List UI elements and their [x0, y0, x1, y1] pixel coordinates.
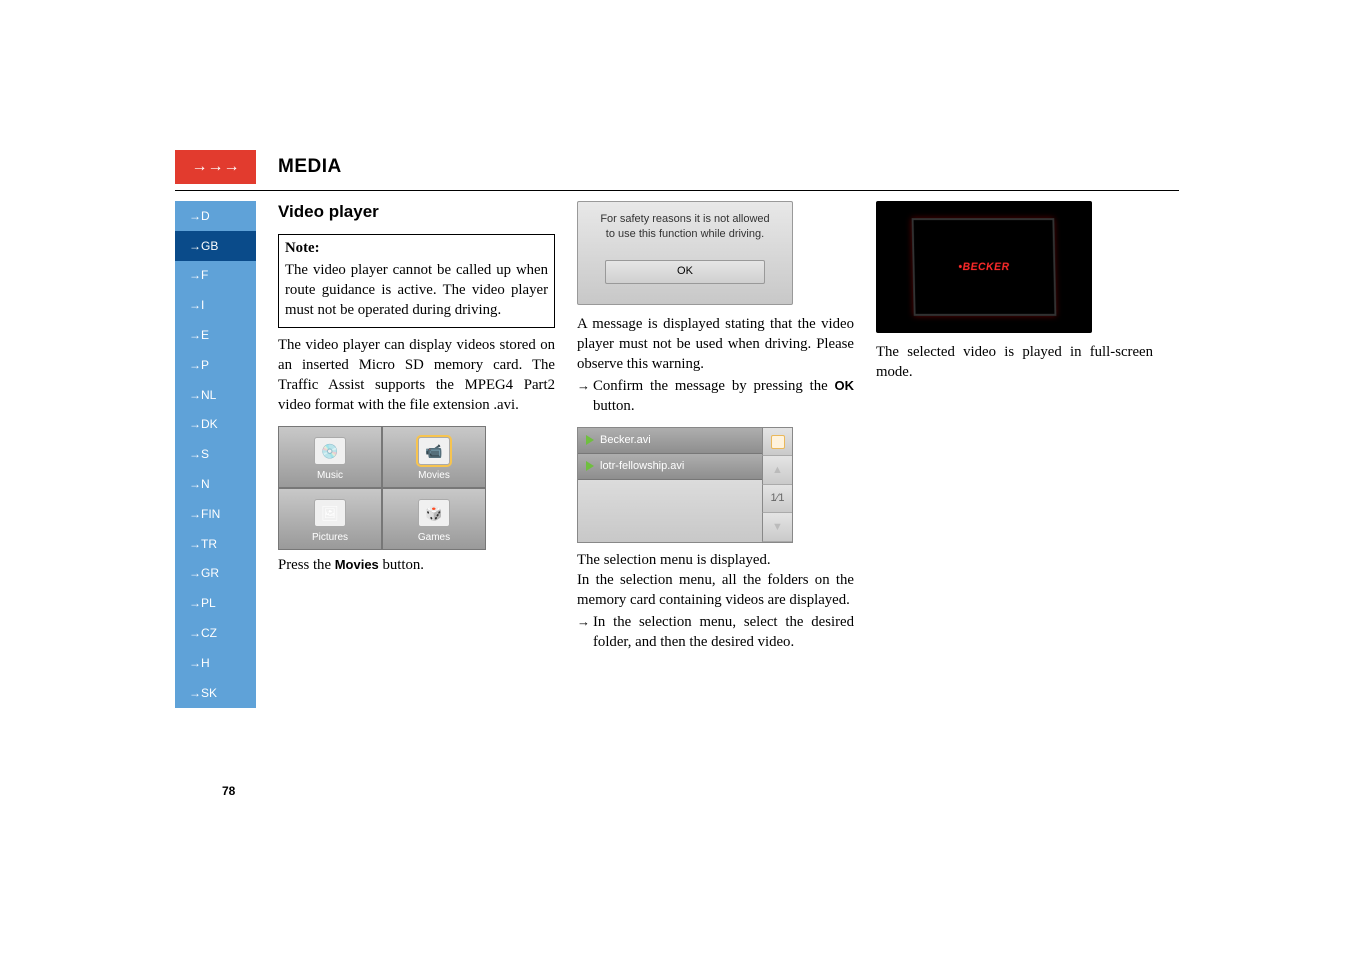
- note-body: The video player cannot be called up whe…: [285, 262, 548, 318]
- folder-up-icon: [771, 435, 785, 449]
- lang-f[interactable]: → F: [175, 261, 256, 291]
- note-box: Note: The video player cannot be called …: [278, 234, 555, 328]
- pictures-icon: 🖼: [314, 499, 346, 527]
- fullscreen-caption: The selected video is played in full-scr…: [876, 343, 1153, 383]
- becker-logo: •BECKER: [958, 260, 1009, 275]
- list-item-label: Becker.avi: [600, 433, 651, 448]
- video-fullscreen-screenshot: •BECKER: [876, 201, 1092, 333]
- step-select: → In the selection menu, select the desi…: [577, 613, 854, 653]
- tile-music[interactable]: 💿 Music: [278, 426, 382, 488]
- lang-gb[interactable]: → GB: [175, 231, 256, 261]
- page-number: 78: [222, 784, 235, 798]
- safety-message: For safety reasons it is not allowed to …: [600, 212, 769, 242]
- list-item-label: lotr-fellowship.avi: [600, 459, 684, 474]
- list-item[interactable]: lotr-fellowship.avi: [578, 454, 762, 480]
- tile-label: Music: [317, 469, 343, 483]
- lang-p[interactable]: → P: [175, 350, 256, 380]
- tile-movies[interactable]: 📹 Movies: [382, 426, 486, 488]
- play-icon: [586, 461, 594, 471]
- safety-dialog: For safety reasons it is not allowed to …: [577, 201, 793, 305]
- scroll-up-button[interactable]: ▲: [762, 456, 792, 485]
- folder-up-button[interactable]: [762, 428, 792, 457]
- music-icon: 💿: [314, 437, 346, 465]
- ok-button[interactable]: OK: [605, 260, 765, 284]
- movies-icon: 📹: [418, 437, 450, 465]
- lang-sk[interactable]: → SK: [175, 678, 256, 708]
- list-item[interactable]: Becker.avi: [578, 428, 762, 454]
- tile-label: Movies: [418, 469, 450, 483]
- lang-h[interactable]: → H: [175, 648, 256, 678]
- games-icon: 🎲: [418, 499, 450, 527]
- page-title: MEDIA: [278, 156, 342, 178]
- lang-pl[interactable]: → PL: [175, 588, 256, 618]
- lang-nl[interactable]: → NL: [175, 380, 256, 410]
- tile-games[interactable]: 🎲 Games: [382, 488, 486, 550]
- video-selection-menu: Becker.avi lotr-fellowship.avi ▲ 1⁄1 ▼: [577, 427, 793, 543]
- tile-pictures[interactable]: 🖼 Pictures: [278, 488, 382, 550]
- lang-tr[interactable]: → TR: [175, 529, 256, 559]
- section-title: Video player: [278, 201, 555, 224]
- step-confirm: → Confirm the message by pressing the OK…: [577, 377, 854, 417]
- press-instruction: Press the Movies button.: [278, 556, 555, 576]
- selection-msg: The selection menu is displayed.: [577, 551, 854, 571]
- lang-gr[interactable]: → GR: [175, 559, 256, 589]
- tile-label: Pictures: [312, 531, 348, 545]
- selection-desc: In the selection menu, all the folders o…: [577, 571, 854, 611]
- play-icon: [586, 435, 594, 445]
- language-sidebar: → D → GB → F → I → E → P → NL → DK → S →…: [175, 201, 256, 708]
- header-rule: [175, 190, 1179, 191]
- lang-n[interactable]: → N: [175, 469, 256, 499]
- list-empty-area: [578, 480, 762, 542]
- scroll-down-button[interactable]: ▼: [762, 513, 792, 542]
- lang-fin[interactable]: → FIN: [175, 499, 256, 529]
- lang-d[interactable]: → D: [175, 201, 256, 231]
- note-label: Note:: [285, 239, 548, 259]
- media-tiles: 💿 Music 📹 Movies 🖼 Pictures: [278, 426, 486, 550]
- lang-s[interactable]: → S: [175, 439, 256, 469]
- nav-arrows: →→→: [175, 150, 256, 184]
- page-indicator: 1⁄1: [762, 485, 792, 514]
- intro-paragraph: The video player can display videos stor…: [278, 336, 555, 416]
- lang-dk[interactable]: → DK: [175, 410, 256, 440]
- tile-label: Games: [418, 531, 450, 545]
- lang-e[interactable]: → E: [175, 320, 256, 350]
- warning-paragraph: A message is displayed stating that the …: [577, 315, 854, 375]
- lang-cz[interactable]: → CZ: [175, 618, 256, 648]
- lang-i[interactable]: → I: [175, 290, 256, 320]
